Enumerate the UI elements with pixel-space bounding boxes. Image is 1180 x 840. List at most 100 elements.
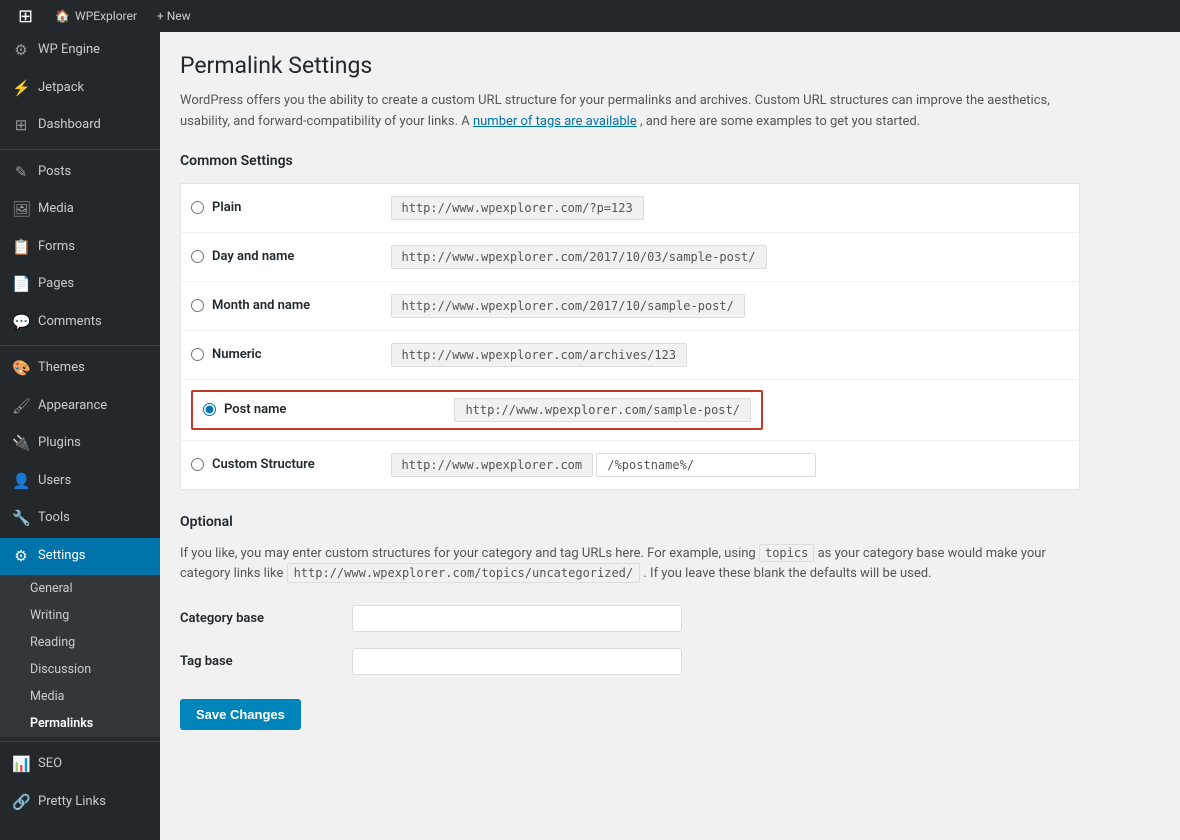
sidebar-item-pretty-links[interactable]: 🔗 Pretty Links	[0, 784, 160, 822]
main-layout: ⚙ WP Engine ⚡ Jetpack ⊞ Dashboard ✎ Post…	[0, 32, 1180, 840]
sidebar-item-comments[interactable]: 💬 Comments	[0, 304, 160, 342]
sidebar-item-dashboard[interactable]: ⊞ Dashboard	[0, 107, 160, 145]
sidebar-item-media[interactable]: 🖼 Media	[0, 191, 160, 229]
tags-link[interactable]: number of tags are available	[473, 114, 637, 129]
new-item[interactable]: + New	[147, 0, 201, 32]
sidebar-item-plugins[interactable]: 🔌 Plugins	[0, 425, 160, 463]
site-name-label: WPExplorer	[75, 9, 137, 23]
custom-url-input[interactable]	[596, 453, 816, 477]
month-name-label-text: Month and name	[212, 298, 310, 313]
plugins-icon: 🔌	[12, 434, 30, 454]
numeric-radio[interactable]	[191, 348, 204, 361]
plain-label-text: Plain	[212, 200, 241, 215]
day-name-url: http://www.wpexplorer.com/2017/10/03/sam…	[391, 245, 767, 269]
save-changes-button[interactable]: Save Changes	[180, 699, 301, 730]
month-name-label[interactable]: Month and name	[191, 298, 371, 313]
tag-base-row: Tag base	[180, 648, 1080, 675]
submenu-writing[interactable]: Writing	[0, 602, 160, 629]
submenu-reading[interactable]: Reading	[0, 629, 160, 656]
submenu-discussion[interactable]: Discussion	[0, 656, 160, 683]
intro-paragraph: WordPress offers you the ability to crea…	[180, 91, 1080, 133]
sidebar-item-label: Posts	[38, 164, 71, 181]
common-settings-title: Common Settings	[180, 153, 1160, 169]
wp-logo-item[interactable]: ⊞	[8, 0, 45, 32]
optional-section: Optional If you like, you may enter cust…	[180, 514, 1080, 731]
post-name-radio[interactable]	[203, 403, 216, 416]
day-name-label-text: Day and name	[212, 249, 294, 264]
sidebar-item-label: SEO	[38, 756, 62, 773]
sidebar-item-label: Plugins	[38, 435, 81, 452]
custom-radio[interactable]	[191, 458, 204, 471]
media-icon: 🖼	[12, 200, 30, 220]
sidebar-item-label: Tools	[38, 510, 70, 527]
sidebar-item-jetpack[interactable]: ⚡ Jetpack	[0, 70, 160, 108]
settings-submenu: General Writing Reading Discussion Media…	[0, 575, 160, 737]
day-name-radio[interactable]	[191, 250, 204, 263]
custom-label[interactable]: Custom Structure	[191, 457, 371, 472]
themes-icon: 🎨	[12, 359, 30, 379]
pages-icon: 📄	[12, 275, 30, 295]
category-base-label: Category base	[180, 611, 340, 626]
forms-icon: 📋	[12, 238, 30, 258]
plain-radio[interactable]	[191, 201, 204, 214]
sidebar-item-seo[interactable]: 📊 SEO	[0, 746, 160, 784]
permalink-row-day-name: Day and name http://www.wpexplorer.com/2…	[181, 232, 1080, 281]
day-name-label[interactable]: Day and name	[191, 249, 371, 264]
tools-icon: 🔧	[12, 509, 30, 529]
permalink-row-plain: Plain http://www.wpexplorer.com/?p=123	[181, 183, 1080, 232]
permalink-row-post-name: Post name http://www.wpexplorer.com/samp…	[181, 379, 1080, 440]
tag-base-input[interactable]	[352, 648, 682, 675]
sidebar-item-appearance[interactable]: 🖌 Appearance	[0, 388, 160, 426]
posts-icon: ✎	[12, 163, 30, 183]
post-name-highlighted: Post name http://www.wpexplorer.com/samp…	[191, 390, 763, 430]
submenu-media[interactable]: Media	[0, 683, 160, 710]
plain-url: http://www.wpexplorer.com/?p=123	[391, 196, 644, 220]
sidebar-item-posts[interactable]: ✎ Posts	[0, 154, 160, 192]
sidebar-item-settings[interactable]: ⚙ Settings	[0, 538, 160, 576]
sidebar-item-label: WP Engine	[38, 42, 100, 59]
collapse-menu-button[interactable]: ◀ Collapse menu	[0, 829, 160, 840]
sidebar-item-label: Forms	[38, 239, 75, 256]
submenu-permalinks[interactable]: Permalinks	[0, 710, 160, 737]
sidebar-item-pages[interactable]: 📄 Pages	[0, 266, 160, 304]
sidebar: ⚙ WP Engine ⚡ Jetpack ⊞ Dashboard ✎ Post…	[0, 32, 160, 840]
plain-label[interactable]: Plain	[191, 200, 371, 215]
sidebar-item-forms[interactable]: 📋 Forms	[0, 229, 160, 267]
seo-icon: 📊	[12, 755, 30, 775]
users-icon: 👤	[12, 472, 30, 492]
sidebar-item-label: Themes	[38, 360, 85, 377]
sidebar-divider-2	[0, 345, 160, 346]
site-name-item[interactable]: 🏠 WPExplorer	[45, 0, 147, 32]
wp-engine-icon: ⚙	[12, 41, 30, 61]
settings-icon: ⚙	[12, 547, 30, 567]
optional-code: topics	[759, 544, 814, 562]
sidebar-item-label: Users	[38, 473, 71, 490]
sidebar-item-wp-engine[interactable]: ⚙ WP Engine	[0, 32, 160, 70]
post-name-label[interactable]: Post name	[203, 402, 286, 417]
numeric-label-text: Numeric	[212, 347, 262, 362]
dashboard-icon: ⊞	[12, 116, 30, 136]
sidebar-item-themes[interactable]: 🎨 Themes	[0, 350, 160, 388]
tag-base-label: Tag base	[180, 654, 340, 669]
post-name-url: http://www.wpexplorer.com/sample-post/	[454, 398, 751, 422]
month-name-radio[interactable]	[191, 299, 204, 312]
permalink-row-month-name: Month and name http://www.wpexplorer.com…	[181, 281, 1080, 330]
comments-icon: 💬	[12, 313, 30, 333]
custom-url-prefix: http://www.wpexplorer.com	[391, 453, 594, 477]
pretty-links-icon: 🔗	[12, 793, 30, 813]
category-base-input[interactable]	[352, 605, 682, 632]
sidebar-item-users[interactable]: 👤 Users	[0, 463, 160, 501]
sidebar-item-tools[interactable]: 🔧 Tools	[0, 500, 160, 538]
sidebar-item-label: Comments	[38, 314, 102, 331]
sidebar-item-label: Jetpack	[38, 80, 84, 97]
new-label: + New	[157, 9, 191, 23]
optional-url: http://www.wpexplorer.com/topics/uncateg…	[287, 563, 641, 583]
sidebar-item-label: Appearance	[38, 398, 107, 415]
optional-description: If you like, you may enter custom struct…	[180, 544, 1080, 586]
permalink-row-numeric: Numeric http://www.wpexplorer.com/archiv…	[181, 330, 1080, 379]
sidebar-item-label: Pages	[38, 276, 74, 293]
permalink-options-table: Plain http://www.wpexplorer.com/?p=123 D…	[180, 183, 1080, 490]
submenu-general[interactable]: General	[0, 575, 160, 602]
numeric-label[interactable]: Numeric	[191, 347, 371, 362]
home-icon: 🏠	[55, 9, 70, 23]
